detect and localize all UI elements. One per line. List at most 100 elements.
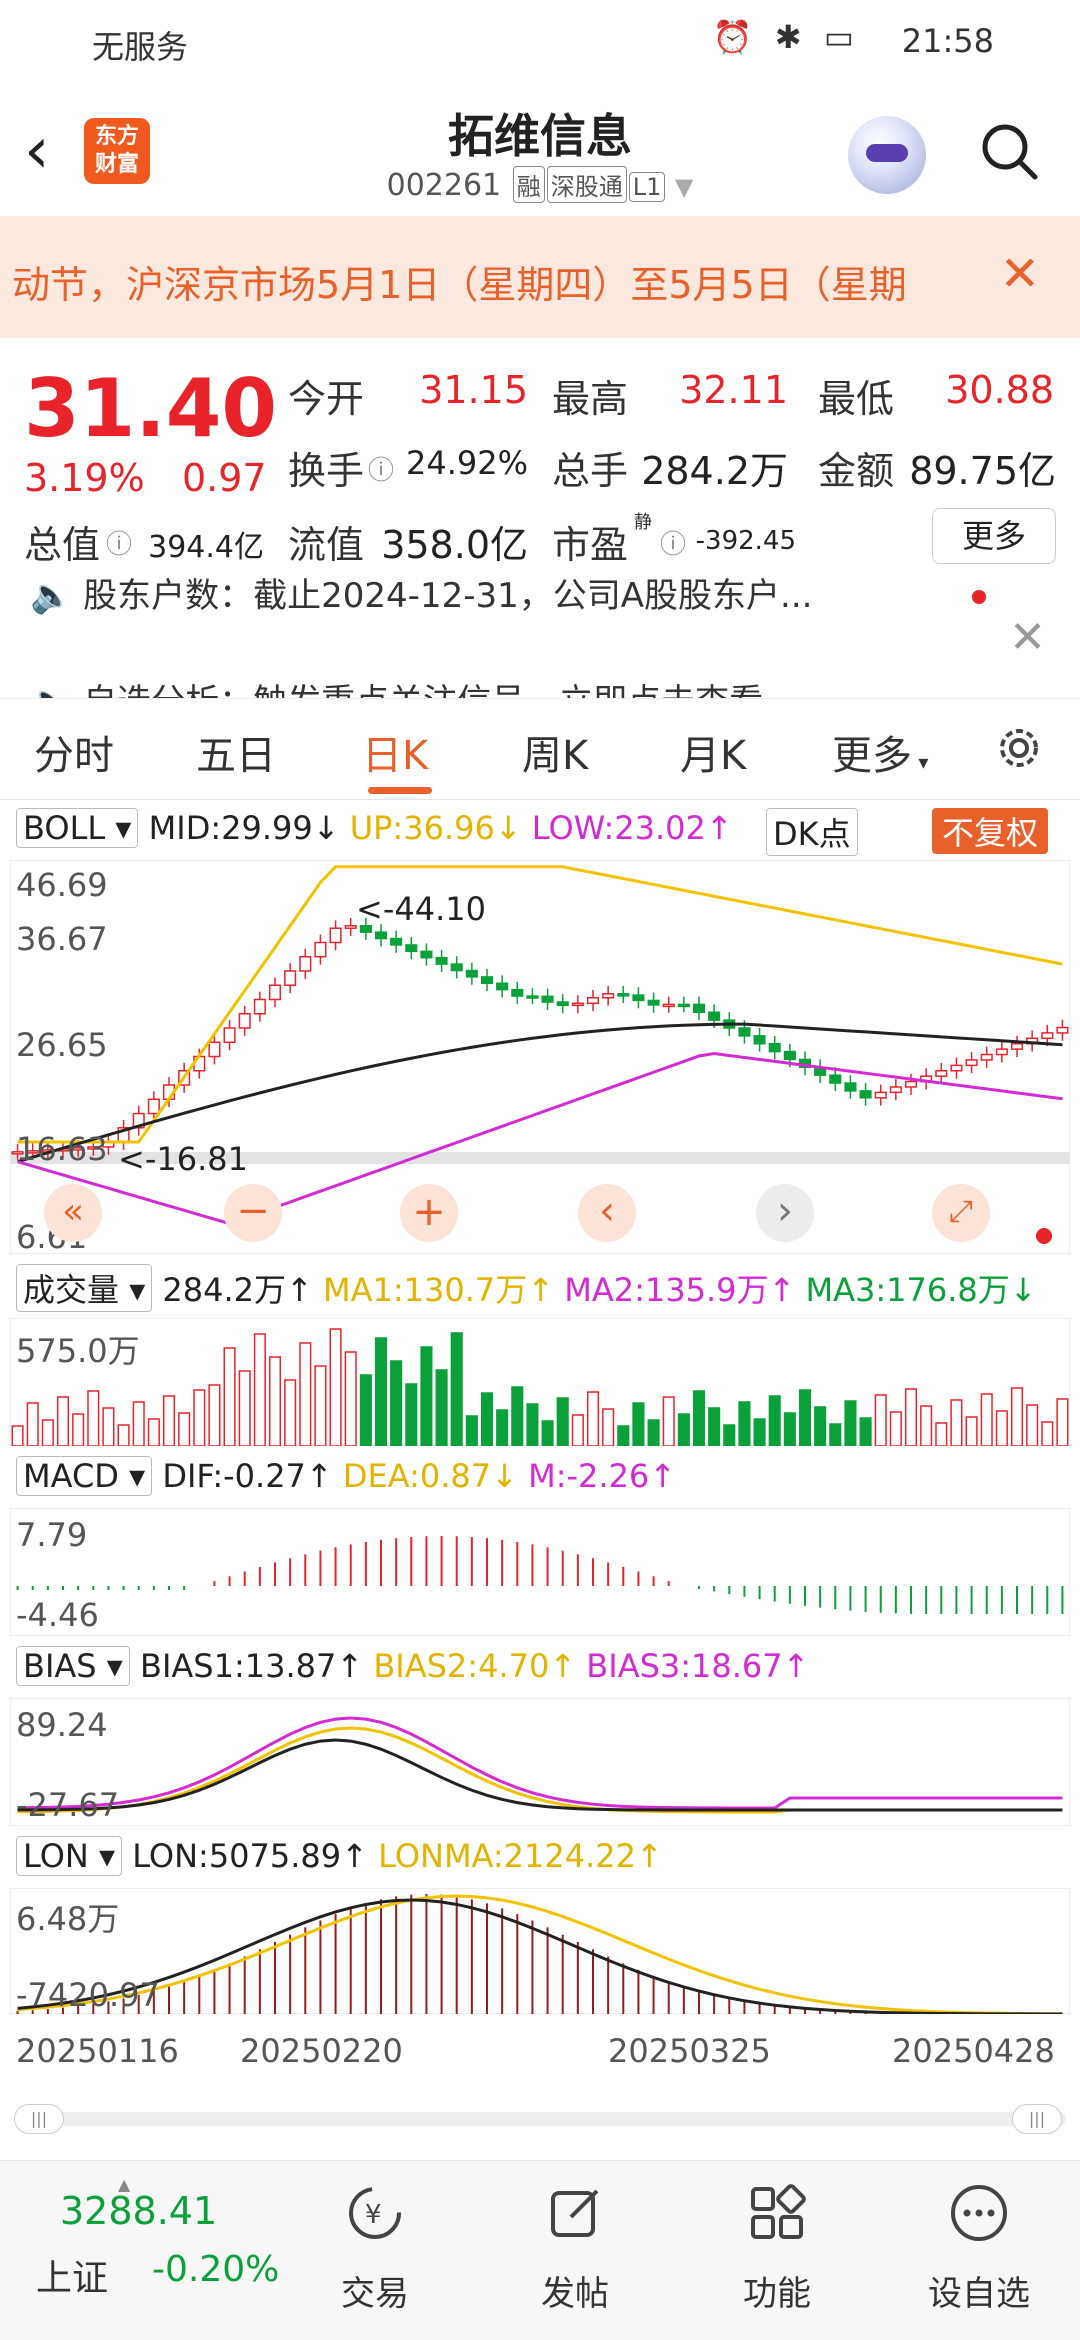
gear-icon[interactable] [992, 721, 1046, 775]
y-tick: 46.69 [16, 866, 108, 904]
info-icon[interactable]: ⓘ [660, 524, 686, 561]
volume-chart[interactable] [10, 1318, 1070, 1446]
functions-button[interactable]: 功能 [702, 2181, 852, 2315]
amount-label: 金额 [818, 449, 895, 493]
assistant-robot-icon[interactable] [848, 116, 926, 194]
indicator-select[interactable]: 成交量 ▾ [16, 1264, 153, 1312]
volume-bar [692, 1390, 706, 1446]
indicator-select[interactable]: LON ▾ [16, 1836, 123, 1876]
volume-bar [147, 1418, 160, 1446]
float-cap-value: 358.0亿 [381, 523, 528, 567]
date-tick: 20250325 [608, 2032, 771, 2070]
close-icon[interactable]: ✕ [1000, 246, 1040, 302]
volume-bar [344, 1351, 357, 1446]
candle-body [829, 1074, 842, 1084]
volume-bar [496, 1409, 509, 1446]
zoom-out-icon[interactable]: − [224, 1184, 282, 1242]
candle-body [314, 941, 327, 958]
volume-bar [41, 1419, 54, 1446]
up-caret-icon: ▲ [118, 2175, 131, 2194]
candle-body [238, 1012, 251, 1029]
tab-more[interactable]: 更多 ▾ [832, 723, 928, 781]
candle-body [511, 988, 524, 997]
volume-value: 284.2万 [641, 449, 788, 493]
volume-bar [450, 1332, 463, 1446]
candle-body [556, 1001, 569, 1007]
macd-chart[interactable] [10, 1508, 1070, 1636]
tab-daily-k[interactable]: 日K [362, 723, 428, 781]
candle-body [965, 1059, 978, 1067]
chart-scrollbar[interactable] [14, 2112, 1066, 2126]
post-button[interactable]: 发帖 [500, 2181, 650, 2315]
kline-main-chart[interactable] [10, 860, 1070, 1254]
boll-header: BOLL ▾ MID:29.99↓ UP:36.96↓ LOW:23.02↑ [16, 808, 733, 848]
open-value: 31.15 [419, 368, 528, 412]
search-icon[interactable] [978, 120, 1040, 182]
scroll-right-handle[interactable]: ||| [1012, 2104, 1062, 2134]
pe-value: -392.45 [695, 526, 796, 556]
kline-chart-area[interactable]: BOLL ▾ MID:29.99↓ UP:36.96↓ LOW:23.02↑ D… [0, 800, 1080, 2150]
bias2: BIAS2:4.70↑ [373, 1647, 577, 1685]
news-row[interactable]: 🔈 自选分析：触发重点关注信号，立即点击查看 [30, 674, 763, 698]
tab-five-day[interactable]: 五日 [196, 723, 276, 781]
dropdown-icon[interactable]: ▼ [675, 173, 693, 201]
candle-body [420, 950, 433, 959]
add-watchlist-button[interactable]: 设自选 [904, 2181, 1054, 2315]
candle-body [329, 927, 342, 944]
volume-header: 成交量 ▾ 284.2万↑ MA1:130.7万↑ MA2:135.9万↑ MA… [16, 1264, 1037, 1312]
info-icon[interactable]: ⓘ [368, 450, 394, 487]
indicator-select[interactable]: BIAS ▾ [16, 1646, 130, 1686]
news-strip[interactable]: 🔈 股东户数：截止2024-12-31，公司A股股东户... ✕ 🔈 自选分析：… [0, 578, 1080, 698]
more-button[interactable]: 更多 [932, 508, 1056, 564]
lonma-value: LONMA:2124.22↑ [378, 1837, 663, 1875]
trade-label: 交易 [341, 2274, 409, 2314]
volume-bar [268, 1356, 282, 1446]
adjust-toggle[interactable]: 不复权 [932, 808, 1049, 854]
candle-body [526, 995, 539, 999]
grid-icon [751, 2184, 806, 2239]
index-percent[interactable]: -0.20% [152, 2249, 279, 2290]
lon-chart[interactable] [10, 1888, 1070, 2014]
close-icon[interactable]: ✕ [1009, 612, 1046, 663]
tab-intraday[interactable]: 分时 [34, 723, 114, 781]
network-status: 无服务 [92, 28, 189, 66]
turnover-label: 换手 [288, 449, 365, 493]
volume-bar [390, 1360, 403, 1446]
y-tick: 26.65 [16, 1026, 108, 1064]
macd-m: M:-2.26↑ [528, 1457, 677, 1495]
news-row[interactable]: 🔈 股东户数：截止2024-12-31，公司A股股东户... [30, 578, 812, 617]
rewind-icon[interactable]: « [44, 1184, 102, 1242]
tab-weekly-k[interactable]: 周K [522, 723, 588, 781]
more-dots-icon [951, 2185, 1007, 2241]
holiday-notice[interactable]: 动节，沪深京市场5月1日（星期四）至5月5日（星期 ✕ [0, 216, 1080, 338]
bias-chart[interactable] [10, 1698, 1070, 1826]
index-value[interactable]: 3288.41 [60, 2189, 217, 2233]
volume-bar [132, 1401, 145, 1446]
candle-body [677, 1003, 690, 1008]
volume-bar [814, 1406, 827, 1446]
dk-point-select[interactable]: DK点 [766, 808, 858, 856]
move-left-icon[interactable]: ‹ [578, 1184, 636, 1242]
lonma-line [17, 1894, 1063, 2014]
trade-button[interactable]: ¥ 交易 [300, 2181, 450, 2315]
stock-code: 002261 [386, 168, 502, 203]
scroll-left-handle[interactable]: ||| [14, 2104, 64, 2134]
boll-mid: MID:29.99↓ [148, 809, 340, 847]
candle-body [753, 1035, 766, 1045]
tab-monthly-k[interactable]: 月K [680, 723, 746, 781]
volume-bar [602, 1408, 615, 1446]
index-name[interactable]: 上证 [36, 2249, 108, 2301]
lon-name: LON [23, 1837, 89, 1875]
fullscreen-icon[interactable]: ⤢ [932, 1184, 990, 1242]
lon-line [17, 1898, 1063, 2014]
y-tick: 36.67 [16, 920, 108, 958]
move-right-icon[interactable]: › [756, 1184, 814, 1242]
bias-header: BIAS ▾ BIAS1:13.87↑ BIAS2:4.70↑ BIAS3:18… [16, 1646, 809, 1686]
zoom-in-icon[interactable]: + [400, 1184, 458, 1242]
volume-bar [238, 1370, 251, 1446]
candle-body [632, 994, 645, 1002]
indicator-select[interactable]: BOLL ▾ [16, 808, 139, 848]
volume-bar [284, 1379, 297, 1446]
info-icon[interactable]: ⓘ [106, 524, 132, 561]
indicator-select[interactable]: MACD ▾ [16, 1456, 153, 1496]
